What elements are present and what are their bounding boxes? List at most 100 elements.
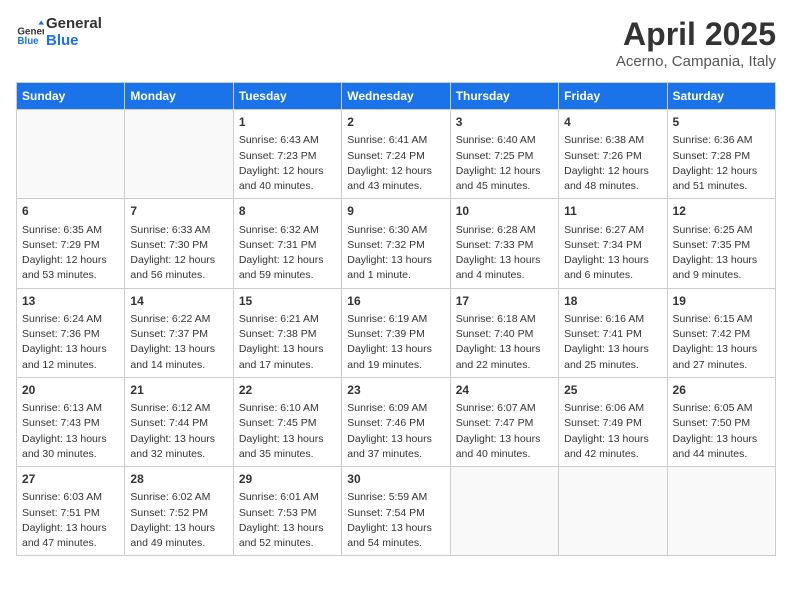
- sunset-text: Sunset: 7:41 PM: [564, 327, 661, 342]
- calendar-cell: 8Sunrise: 6:32 AMSunset: 7:31 PMDaylight…: [233, 199, 341, 288]
- daylight-text: Daylight: 13 hours and 4 minutes.: [456, 253, 553, 283]
- sunset-text: Sunset: 7:49 PM: [564, 416, 661, 431]
- logo-icon: General Blue: [16, 19, 44, 47]
- sunrise-text: Sunrise: 6:03 AM: [22, 490, 119, 505]
- day-number: 19: [673, 293, 770, 310]
- day-number: 7: [130, 203, 227, 220]
- sunset-text: Sunset: 7:54 PM: [347, 506, 444, 521]
- calendar-cell: 3Sunrise: 6:40 AMSunset: 7:25 PMDaylight…: [450, 110, 558, 199]
- sunrise-text: Sunrise: 6:35 AM: [22, 223, 119, 238]
- daylight-text: Daylight: 13 hours and 32 minutes.: [130, 432, 227, 462]
- day-number: 1: [239, 114, 336, 131]
- day-number: 30: [347, 471, 444, 488]
- calendar-cell: [125, 110, 233, 199]
- calendar-cell: 2Sunrise: 6:41 AMSunset: 7:24 PMDaylight…: [342, 110, 450, 199]
- sunrise-text: Sunrise: 6:43 AM: [239, 133, 336, 148]
- sunset-text: Sunset: 7:43 PM: [22, 416, 119, 431]
- sunrise-text: Sunrise: 6:13 AM: [22, 401, 119, 416]
- day-number: 15: [239, 293, 336, 310]
- sunrise-text: Sunrise: 6:28 AM: [456, 223, 553, 238]
- calendar-cell: 16Sunrise: 6:19 AMSunset: 7:39 PMDayligh…: [342, 288, 450, 377]
- sunrise-text: Sunrise: 6:09 AM: [347, 401, 444, 416]
- sunrise-text: Sunrise: 6:12 AM: [130, 401, 227, 416]
- daylight-text: Daylight: 13 hours and 44 minutes.: [673, 432, 770, 462]
- daylight-text: Daylight: 13 hours and 54 minutes.: [347, 521, 444, 551]
- sunset-text: Sunset: 7:51 PM: [22, 506, 119, 521]
- day-number: 27: [22, 471, 119, 488]
- daylight-text: Daylight: 13 hours and 19 minutes.: [347, 342, 444, 372]
- sunset-text: Sunset: 7:50 PM: [673, 416, 770, 431]
- calendar-cell: [559, 467, 667, 556]
- sunrise-text: Sunrise: 6:06 AM: [564, 401, 661, 416]
- day-number: 18: [564, 293, 661, 310]
- sunrise-text: Sunrise: 5:59 AM: [347, 490, 444, 505]
- calendar-cell: 13Sunrise: 6:24 AMSunset: 7:36 PMDayligh…: [17, 288, 125, 377]
- page-header: General Blue General Blue April 2025 Ace…: [16, 16, 776, 70]
- sunset-text: Sunset: 7:32 PM: [347, 238, 444, 253]
- calendar-cell: [667, 467, 775, 556]
- logo-general: General: [46, 16, 102, 33]
- calendar-cell: 17Sunrise: 6:18 AMSunset: 7:40 PMDayligh…: [450, 288, 558, 377]
- sunrise-text: Sunrise: 6:41 AM: [347, 133, 444, 148]
- sunrise-text: Sunrise: 6:22 AM: [130, 312, 227, 327]
- day-number: 22: [239, 382, 336, 399]
- sunset-text: Sunset: 7:33 PM: [456, 238, 553, 253]
- calendar-week-4: 20Sunrise: 6:13 AMSunset: 7:43 PMDayligh…: [17, 377, 776, 466]
- daylight-text: Daylight: 13 hours and 35 minutes.: [239, 432, 336, 462]
- sunset-text: Sunset: 7:24 PM: [347, 149, 444, 164]
- daylight-text: Daylight: 13 hours and 47 minutes.: [22, 521, 119, 551]
- daylight-text: Daylight: 12 hours and 59 minutes.: [239, 253, 336, 283]
- daylight-text: Daylight: 13 hours and 22 minutes.: [456, 342, 553, 372]
- sunset-text: Sunset: 7:44 PM: [130, 416, 227, 431]
- sunset-text: Sunset: 7:23 PM: [239, 149, 336, 164]
- daylight-text: Daylight: 13 hours and 30 minutes.: [22, 432, 119, 462]
- sunrise-text: Sunrise: 6:19 AM: [347, 312, 444, 327]
- daylight-text: Daylight: 13 hours and 52 minutes.: [239, 521, 336, 551]
- sunrise-text: Sunrise: 6:24 AM: [22, 312, 119, 327]
- calendar-cell: 30 Sunrise: 5:59 AMSunset: 7:54 PMDayligh…: [342, 467, 450, 556]
- calendar-cell: 25Sunrise: 6:06 AMSunset: 7:49 PMDayligh…: [559, 377, 667, 466]
- calendar-subtitle: Acerno, Campania, Italy: [616, 53, 776, 70]
- calendar-week-5: 27Sunrise: 6:03 AMSunset: 7:51 PMDayligh…: [17, 467, 776, 556]
- day-number: 16: [347, 293, 444, 310]
- calendar-cell: 29Sunrise: 6:01 AMSunset: 7:53 PMDayligh…: [233, 467, 341, 556]
- sunset-text: Sunset: 7:37 PM: [130, 327, 227, 342]
- day-number: 12: [673, 203, 770, 220]
- sunset-text: Sunset: 7:35 PM: [673, 238, 770, 253]
- sunrise-text: Sunrise: 6:36 AM: [673, 133, 770, 148]
- sunset-text: Sunset: 7:53 PM: [239, 506, 336, 521]
- sunset-text: Sunset: 7:46 PM: [347, 416, 444, 431]
- day-number: 8: [239, 203, 336, 220]
- sunset-text: Sunset: 7:42 PM: [673, 327, 770, 342]
- sunrise-text: Sunrise: 6:16 AM: [564, 312, 661, 327]
- day-number: 4: [564, 114, 661, 131]
- daylight-text: Daylight: 12 hours and 40 minutes.: [239, 164, 336, 194]
- calendar-week-3: 13Sunrise: 6:24 AMSunset: 7:36 PMDayligh…: [17, 288, 776, 377]
- sunset-text: Sunset: 7:40 PM: [456, 327, 553, 342]
- sunrise-text: Sunrise: 6:15 AM: [673, 312, 770, 327]
- daylight-text: Daylight: 13 hours and 40 minutes.: [456, 432, 553, 462]
- day-header-tuesday: Tuesday: [233, 83, 341, 110]
- sunrise-text: Sunrise: 6:02 AM: [130, 490, 227, 505]
- sunset-text: Sunset: 7:31 PM: [239, 238, 336, 253]
- sunset-text: Sunset: 7:29 PM: [22, 238, 119, 253]
- sunset-text: Sunset: 7:28 PM: [673, 149, 770, 164]
- sunset-text: Sunset: 7:26 PM: [564, 149, 661, 164]
- day-number: 24: [456, 382, 553, 399]
- day-number: 26: [673, 382, 770, 399]
- sunrise-text: Sunrise: 6:30 AM: [347, 223, 444, 238]
- sunset-text: Sunset: 7:38 PM: [239, 327, 336, 342]
- day-number: 20: [22, 382, 119, 399]
- daylight-text: Daylight: 13 hours and 27 minutes.: [673, 342, 770, 372]
- logo-blue: Blue: [46, 33, 102, 50]
- sunset-text: Sunset: 7:34 PM: [564, 238, 661, 253]
- calendar-cell: 4Sunrise: 6:38 AMSunset: 7:26 PMDaylight…: [559, 110, 667, 199]
- svg-text:Blue: Blue: [17, 36, 39, 47]
- day-number: 28: [130, 471, 227, 488]
- daylight-text: Daylight: 12 hours and 45 minutes.: [456, 164, 553, 194]
- title-block: April 2025 Acerno, Campania, Italy: [616, 16, 776, 70]
- daylight-text: Daylight: 13 hours and 49 minutes.: [130, 521, 227, 551]
- sunrise-text: Sunrise: 6:40 AM: [456, 133, 553, 148]
- calendar-cell: 9Sunrise: 6:30 AMSunset: 7:32 PMDaylight…: [342, 199, 450, 288]
- day-number: 14: [130, 293, 227, 310]
